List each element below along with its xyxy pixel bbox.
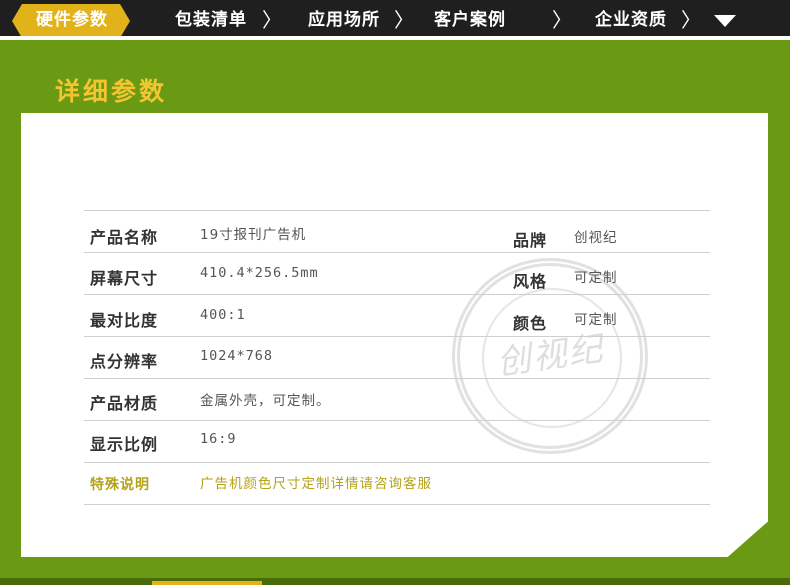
spec-label-special-note: 特殊说明 xyxy=(90,477,150,493)
table-divider xyxy=(84,420,710,421)
section-title: 详细参数 xyxy=(55,77,168,106)
spec-label-resolution: 点分辨率 xyxy=(90,352,159,371)
top-nav: 硬件参数 包装清单 〉 应用场所 〉 客户案例 〉 企业资质 〉 xyxy=(0,0,790,40)
spec-label-product-name: 产品名称 xyxy=(90,228,159,247)
table-divider xyxy=(84,462,710,463)
spec-value-special-note: 广告机颜色尺寸定制详情请咨询客服 xyxy=(200,476,432,492)
spec-label-color: 颜色 xyxy=(513,314,548,333)
table-divider xyxy=(84,378,710,379)
table-divider xyxy=(84,504,710,505)
spec-label-contrast: 最对比度 xyxy=(90,311,159,330)
triangle-down-icon[interactable] xyxy=(714,15,736,27)
seal-watermark: 创视纪 xyxy=(452,258,648,454)
chevron-right-icon: 〉 xyxy=(394,8,414,32)
spec-label-style: 风格 xyxy=(513,272,548,291)
spec-value-product-name: 19寸报刊广告机 xyxy=(200,227,307,243)
table-divider xyxy=(84,252,710,253)
tab-hardware-params[interactable]: 硬件参数 xyxy=(36,6,108,34)
spec-label-material: 产品材质 xyxy=(90,394,159,413)
spec-value-brand: 创视纪 xyxy=(574,230,618,246)
spec-value-screen-size: 410.4*256.5mm xyxy=(200,265,319,281)
chevron-right-icon: 〉 xyxy=(552,8,572,32)
table-divider xyxy=(84,336,710,337)
tab-enterprise-qualifications[interactable]: 企业资质 xyxy=(595,6,667,34)
table-divider xyxy=(84,294,710,295)
tab-customer-cases[interactable]: 客户案例 xyxy=(434,6,506,34)
nav-underline xyxy=(0,36,790,39)
spec-value-resolution: 1024*768 xyxy=(200,348,274,364)
spec-value-material: 金属外壳，可定制。 xyxy=(200,393,331,409)
spec-value-style: 可定制 xyxy=(574,270,618,286)
chevron-right-icon: 〉 xyxy=(262,8,282,32)
spec-label-brand: 品牌 xyxy=(513,231,548,250)
table-divider xyxy=(84,210,710,211)
tab-packing-list[interactable]: 包装清单 xyxy=(175,6,247,34)
panel-bottom-strip xyxy=(0,578,790,585)
spec-value-contrast: 400:1 xyxy=(200,307,246,323)
spec-value-aspect-ratio: 16:9 xyxy=(200,431,237,447)
chevron-right-icon: 〉 xyxy=(681,8,701,32)
spec-value-color: 可定制 xyxy=(574,312,618,328)
bottom-accent xyxy=(152,581,262,585)
spec-label-aspect-ratio: 显示比例 xyxy=(90,435,159,454)
spec-label-screen-size: 屏幕尺寸 xyxy=(90,269,159,288)
tab-application-sites[interactable]: 应用场所 xyxy=(308,6,380,34)
